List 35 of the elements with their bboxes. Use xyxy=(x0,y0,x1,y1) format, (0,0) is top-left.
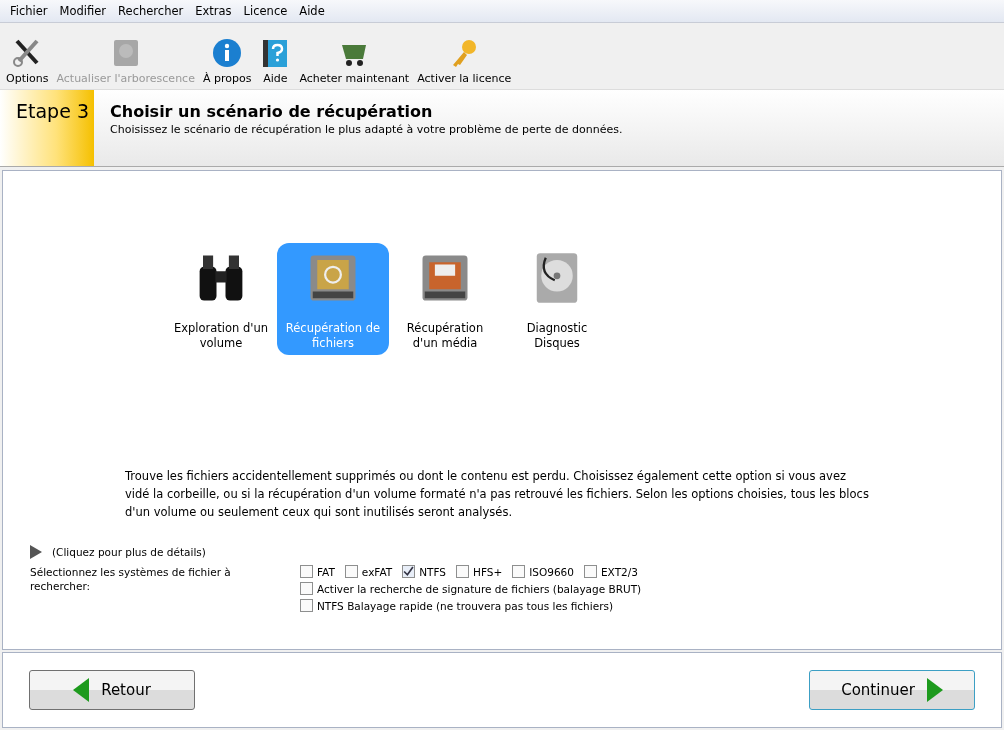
option-checkbox[interactable]: Activer la recherche de signature de fichiers (balayage BRUT) xyxy=(300,582,642,595)
toolbar-button[interactable]: Activer la licence xyxy=(417,37,512,85)
step-label: Etape 3 xyxy=(0,90,94,166)
expand-triangle-icon[interactable] xyxy=(30,545,42,559)
scenario-description: Trouve les fichiers accidentellement supprimés ou dont le contenu est perdu. Choisissez également cette option si vous avez vidé la corbeille, ou si la récupération d'un volume formaté n'a pas retrouvé les fichiers. Selon les options choisies, tous les blocs d'un volume ou seulement ceux qui sont inutilisés seront analysés. xyxy=(125,468,870,521)
menu-item[interactable]: Extras xyxy=(189,4,238,18)
menu-item[interactable]: Modifier xyxy=(53,4,113,18)
scenario-option[interactable]: Exploration d'un volume xyxy=(165,243,277,355)
filesystem-checkbox[interactable]: exFAT xyxy=(344,565,393,578)
menu-item[interactable]: Aide xyxy=(293,4,331,18)
menu-item[interactable]: Fichier xyxy=(4,4,54,18)
toolbar-button[interactable]: À propos xyxy=(202,37,252,85)
scenario-option[interactable]: Récupération d'un média xyxy=(389,243,501,355)
toolbar-button[interactable]: Aide xyxy=(259,37,292,85)
menu-item[interactable]: Licence xyxy=(237,4,294,18)
filesystem-checkbox[interactable]: EXT2/3 xyxy=(584,565,638,578)
left-arrow-icon xyxy=(73,678,90,702)
toolbar-button[interactable]: Acheter maintenant xyxy=(299,37,410,85)
filesystem-checkbox[interactable]: ISO9660 xyxy=(512,565,574,578)
toolbar-button[interactable]: Options xyxy=(6,37,49,85)
filesystem-checkbox[interactable]: NTFS xyxy=(402,565,446,578)
info-icon xyxy=(211,37,244,69)
filesystem-label: Sélectionnez les systèmes de fichier à rechercher: xyxy=(30,565,232,594)
right-arrow-icon xyxy=(926,678,943,702)
continue-button[interactable]: Continuer xyxy=(809,670,975,710)
filesystem-checkbox[interactable]: FAT xyxy=(300,565,335,578)
menu-item[interactable]: Rechercher xyxy=(112,4,190,18)
option-checkbox[interactable]: NTFS Balayage rapide (ne trouvera pas tous les fichiers) xyxy=(300,599,642,612)
checkmark-icon xyxy=(403,566,415,577)
back-button[interactable]: Retour xyxy=(29,670,195,710)
filesystem-checkbox[interactable]: HFS+ xyxy=(456,565,503,578)
details-link[interactable]: (Cliquez pour plus de détails) xyxy=(52,546,206,558)
scenario-option[interactable]: Diagnostic Disques xyxy=(501,243,613,355)
step-subtitle: Choisissez le scénario de récupération le plus adapté à votre problème de perte de données. xyxy=(110,123,623,136)
step-title: Choisir un scénario de récupération xyxy=(110,102,434,121)
